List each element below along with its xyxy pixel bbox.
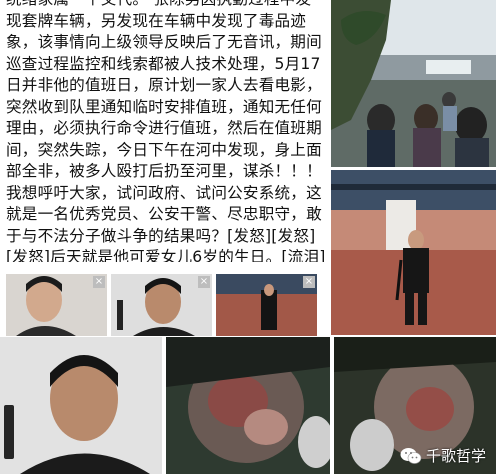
thumbnail-close-icon[interactable]: × <box>93 276 105 288</box>
wechat-icon <box>400 447 422 464</box>
thumbnail-close-icon[interactable]: × <box>303 276 315 288</box>
thumbnail-portrait[interactable]: × <box>6 274 107 336</box>
selfie-photo[interactable] <box>0 337 162 474</box>
riverside-crowd-photo[interactable] <box>331 0 496 167</box>
post-text-block: 统绪家属一个交代。 张除男因执勤过程中发现套牌车辆，另发现在车辆中发现了毒品迹象… <box>6 0 326 262</box>
thumbnail-gym[interactable]: × <box>216 274 317 336</box>
thumbnail-close-icon[interactable]: × <box>198 276 210 288</box>
watermark: 千歌哲学 <box>400 445 486 466</box>
watermark-text: 千歌哲学 <box>425 447 486 465</box>
injury-photo-1[interactable] <box>166 337 330 474</box>
injury-photo-2[interactable]: 千歌哲学 <box>334 337 496 474</box>
gym-officer-photo[interactable] <box>331 170 496 335</box>
post-body: 统绪家属一个交代。 张除男因执勤过程中发现套牌车辆，另发现在车辆中发现了毒品迹象… <box>6 0 326 262</box>
thumbnail-selfie[interactable]: × <box>111 274 212 336</box>
